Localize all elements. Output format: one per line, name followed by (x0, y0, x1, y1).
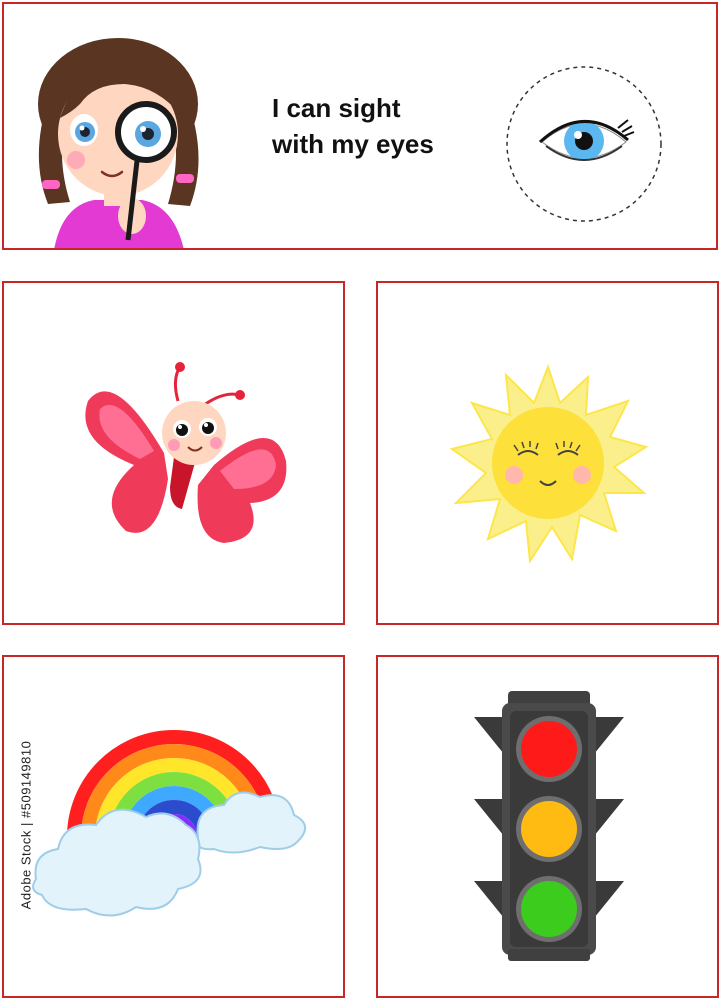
traffic-light-illustration (474, 691, 624, 961)
stock-id-text: Adobe Stock | #509149810 (18, 740, 34, 910)
eye-icon (506, 66, 662, 222)
butterfly-card (2, 281, 345, 625)
headline: I can sight with my eyes (272, 90, 492, 162)
sun-card (376, 281, 719, 625)
headline-line-2: with my eyes (272, 129, 434, 159)
stock-id-watermark: Adobe Stock | #509149810 (6, 700, 46, 950)
sun-illustration (449, 364, 648, 563)
rainbow-illustration (32, 730, 306, 917)
headline-line-1: I can sight (272, 93, 401, 123)
rainbow-card (2, 655, 345, 998)
header-card: I can sight with my eyes (2, 2, 718, 250)
butterfly-illustration (85, 362, 287, 543)
girl-with-magnifier-illustration (38, 38, 199, 248)
traffic-light-card (376, 655, 719, 998)
